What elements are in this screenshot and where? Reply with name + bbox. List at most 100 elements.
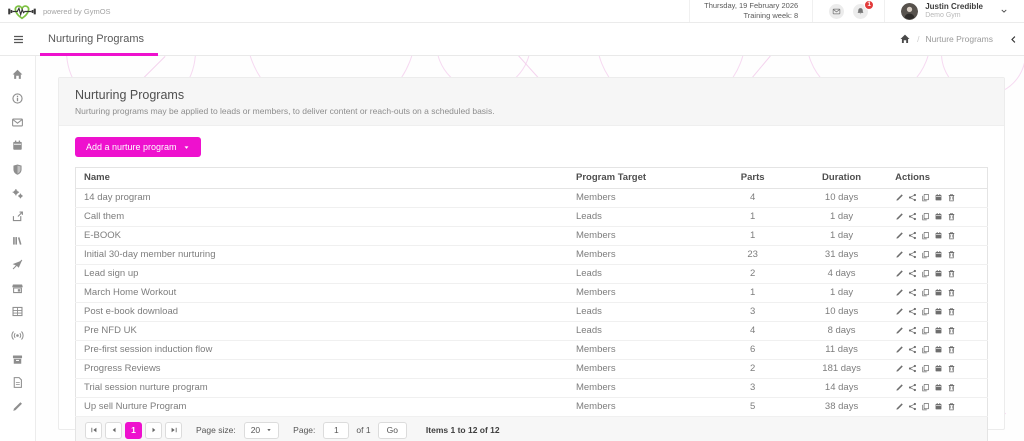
copy-icon[interactable] (921, 231, 930, 240)
copy-icon[interactable] (921, 345, 930, 354)
edit-icon[interactable] (895, 193, 904, 202)
share-icon[interactable] (908, 231, 917, 240)
copy-icon[interactable] (921, 212, 930, 221)
cell-program-target: Leads (568, 265, 709, 284)
cell-duration: 8 days (796, 322, 887, 341)
calendar-icon[interactable] (934, 193, 943, 202)
messages-button[interactable] (829, 4, 844, 19)
pagination-bar: 1 Page size: 20 Page: of 1 Go Items 1 to… (75, 417, 988, 441)
copy-icon[interactable] (921, 288, 930, 297)
delete-icon[interactable] (947, 326, 956, 335)
sidebar-item-mail[interactable] (0, 110, 35, 134)
page-size-select[interactable]: 20 (244, 422, 279, 439)
sidebar-item-send-slash[interactable] (0, 253, 35, 277)
calendar-icon[interactable] (934, 250, 943, 259)
delete-icon[interactable] (947, 193, 956, 202)
cell-duration: 38 days (796, 398, 887, 417)
last-page-button[interactable] (165, 422, 182, 439)
delete-icon[interactable] (947, 402, 956, 411)
share-icon[interactable] (908, 364, 917, 373)
delete-icon[interactable] (947, 250, 956, 259)
edit-icon[interactable] (895, 383, 904, 392)
calendar-icon[interactable] (934, 345, 943, 354)
share-icon[interactable] (908, 212, 917, 221)
copy-icon[interactable] (921, 402, 930, 411)
share-icon[interactable] (908, 326, 917, 335)
edit-icon[interactable] (895, 402, 904, 411)
share-icon[interactable] (908, 288, 917, 297)
edit-icon[interactable] (895, 231, 904, 240)
go-button[interactable]: Go (378, 422, 407, 439)
delete-icon[interactable] (947, 288, 956, 297)
delete-icon[interactable] (947, 345, 956, 354)
share-icon[interactable] (908, 307, 917, 316)
sidebar-item-home[interactable] (0, 63, 35, 87)
user-menu[interactable]: Justin Credible Demo Gym (884, 0, 1024, 22)
share-icon[interactable] (908, 345, 917, 354)
calendar-icon[interactable] (934, 364, 943, 373)
sidebar-item-table[interactable] (0, 300, 35, 324)
edit-icon[interactable] (895, 250, 904, 259)
caret-down-icon (266, 427, 272, 433)
breadcrumb-home-icon[interactable] (899, 33, 911, 45)
sidebar-item-shield[interactable] (0, 158, 35, 182)
share-icon[interactable] (908, 269, 917, 278)
sidebar-item-export[interactable] (0, 205, 35, 229)
delete-icon[interactable] (947, 307, 956, 316)
first-page-button[interactable] (85, 422, 102, 439)
edit-icon[interactable] (895, 345, 904, 354)
copy-icon[interactable] (921, 250, 930, 259)
share-icon[interactable] (908, 383, 917, 392)
delete-icon[interactable] (947, 269, 956, 278)
calendar-icon[interactable] (934, 402, 943, 411)
edit-icon[interactable] (895, 307, 904, 316)
edit-icon[interactable] (895, 269, 904, 278)
chevron-left-icon[interactable] (1009, 35, 1018, 44)
copy-icon[interactable] (921, 307, 930, 316)
sidebar-item-archive[interactable] (0, 347, 35, 371)
calendar-icon[interactable] (934, 231, 943, 240)
document-icon (11, 376, 24, 389)
sidebar-item-calendar[interactable] (0, 134, 35, 158)
sidebar-item-info[interactable] (0, 87, 35, 111)
table-row: Up sell Nurture ProgramMembers538 days (76, 398, 988, 417)
calendar-icon[interactable] (934, 307, 943, 316)
delete-icon[interactable] (947, 364, 956, 373)
delete-icon[interactable] (947, 212, 956, 221)
sidebar-item-broadcast[interactable] (0, 324, 35, 348)
calendar-icon[interactable] (934, 269, 943, 278)
notifications-button[interactable]: 1 (853, 4, 868, 19)
copy-icon[interactable] (921, 383, 930, 392)
sidebar-item-settings[interactable] (0, 181, 35, 205)
sidebar-item-store[interactable] (0, 276, 35, 300)
page-number-input[interactable] (323, 422, 349, 439)
copy-icon[interactable] (921, 193, 930, 202)
next-page-button[interactable] (145, 422, 162, 439)
copy-icon[interactable] (921, 326, 930, 335)
edit-icon[interactable] (895, 326, 904, 335)
cell-actions (887, 379, 987, 398)
calendar-icon[interactable] (934, 212, 943, 221)
previous-page-button[interactable] (105, 422, 122, 439)
add-nurture-program-button[interactable]: Add a nurture program (75, 137, 201, 157)
current-page-button[interactable]: 1 (125, 422, 142, 439)
edit-icon[interactable] (895, 288, 904, 297)
calendar-icon[interactable] (934, 383, 943, 392)
share-icon[interactable] (908, 250, 917, 259)
edit-icon[interactable] (895, 364, 904, 373)
sidebar-item-document[interactable] (0, 371, 35, 395)
page-title-tab[interactable]: Nurturing Programs (40, 23, 158, 55)
share-icon[interactable] (908, 193, 917, 202)
edit-icon[interactable] (895, 212, 904, 221)
menu-icon[interactable] (0, 23, 36, 55)
calendar-icon[interactable] (934, 326, 943, 335)
delete-icon[interactable] (947, 231, 956, 240)
calendar-icon[interactable] (934, 288, 943, 297)
sidebar-item-pencil[interactable] (0, 395, 35, 419)
cell-duration: 181 days (796, 360, 887, 379)
copy-icon[interactable] (921, 269, 930, 278)
delete-icon[interactable] (947, 383, 956, 392)
sidebar-item-library[interactable] (0, 229, 35, 253)
share-icon[interactable] (908, 402, 917, 411)
copy-icon[interactable] (921, 364, 930, 373)
